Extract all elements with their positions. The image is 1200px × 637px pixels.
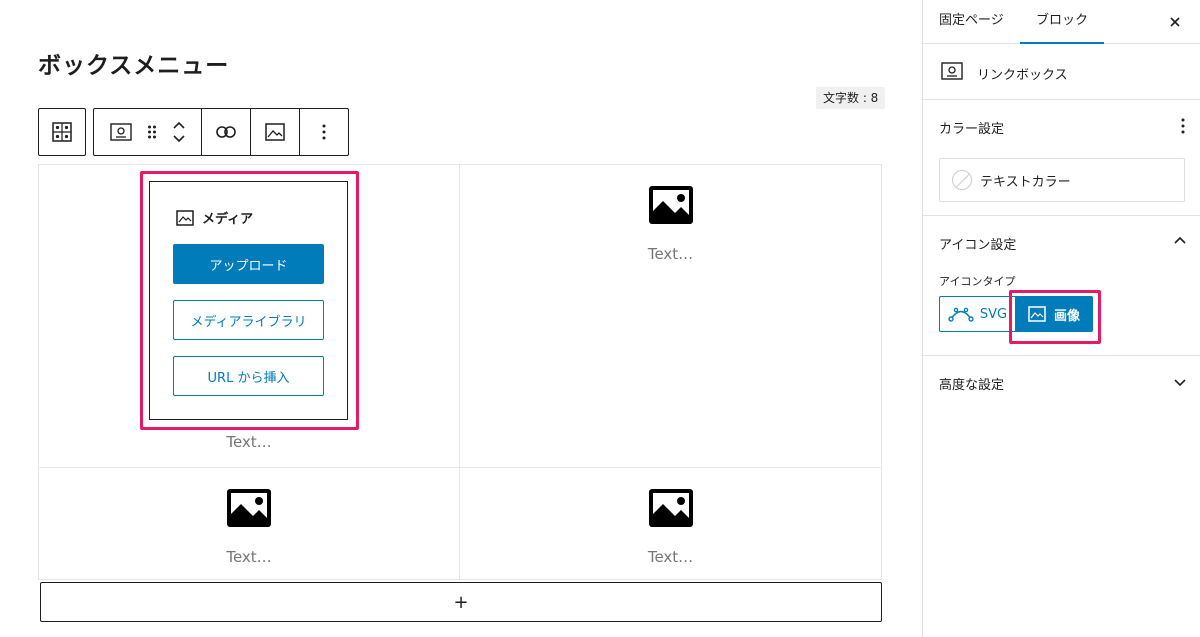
block-mover — [172, 121, 186, 143]
insert-from-url-button[interactable]: URL から挿入 — [173, 356, 324, 396]
cell-text[interactable]: Text… — [39, 548, 459, 566]
image-icon — [648, 186, 693, 224]
link-box-icon — [941, 62, 963, 80]
cell-text[interactable]: Text… — [39, 433, 459, 451]
chevron-down-icon[interactable] — [1173, 378, 1187, 387]
advanced-settings-panel[interactable]: 高度な設定 — [923, 356, 1200, 408]
color-swatch-icon — [952, 170, 972, 190]
word-count-badge: 文字数 : 8 — [816, 87, 886, 109]
block-card: リンクボックス — [923, 44, 1200, 100]
select-parent-button[interactable] — [38, 108, 86, 156]
settings-sidebar: 固定ページ ブロック リンクボックス カラー設定 テキストカラー アイコン設定 … — [922, 0, 1200, 637]
cell-text[interactable]: Text… — [460, 548, 881, 566]
link-button[interactable] — [202, 109, 251, 155]
tab-block[interactable]: ブロック — [1020, 0, 1105, 44]
grid-cell-4[interactable]: Text… — [460, 468, 881, 579]
image-icon — [265, 123, 285, 141]
block-name: リンクボックス — [977, 68, 1068, 83]
image-icon — [1028, 306, 1046, 322]
chevron-up-icon[interactable] — [172, 121, 186, 130]
image-icon — [176, 209, 194, 226]
icon-type-image-button[interactable]: 画像 — [1015, 296, 1093, 332]
icon-type-label: アイコンタイプ — [939, 275, 1016, 288]
grid-parent-icon — [52, 122, 72, 142]
color-settings-panel: カラー設定 テキストカラー — [923, 100, 1200, 216]
drag-handle[interactable] — [147, 124, 157, 140]
image-option-label: 画像 — [1053, 308, 1080, 324]
link-icon — [216, 126, 236, 138]
svg-option-label: SVG — [979, 306, 1008, 322]
text-color-label: テキストカラー — [980, 174, 1071, 190]
block-tools-group — [94, 109, 202, 155]
block-type-button[interactable] — [109, 123, 132, 141]
icon-settings-title[interactable]: アイコン設定 — [939, 234, 1016, 253]
bezier-curve-icon — [948, 307, 974, 322]
sidebar-tabs: 固定ページ ブロック — [923, 0, 1200, 44]
plus-icon: + — [453, 591, 469, 613]
more-vertical-icon[interactable] — [1181, 118, 1185, 134]
link-box-icon — [109, 123, 132, 141]
media-label-text: メディア — [202, 212, 254, 227]
block-toolbar — [93, 108, 349, 156]
upload-button[interactable]: アップロード — [173, 244, 324, 284]
tab-page[interactable]: 固定ページ — [923, 0, 1020, 44]
chevron-up-icon[interactable] — [1173, 236, 1187, 245]
replace-image-button[interactable] — [251, 109, 300, 155]
color-settings-title: カラー設定 — [939, 122, 1005, 137]
grid-cell-2[interactable]: Text… — [460, 165, 881, 468]
text-color-button[interactable]: テキストカラー — [939, 158, 1185, 202]
image-icon — [648, 489, 693, 527]
media-placeholder-label: メディア — [176, 208, 253, 227]
add-block-button[interactable]: + — [40, 582, 882, 622]
image-icon — [227, 489, 271, 527]
advanced-settings-title: 高度な設定 — [939, 378, 1005, 393]
close-icon[interactable] — [1165, 12, 1185, 32]
icon-type-svg-button[interactable]: SVG — [939, 296, 1015, 332]
media-library-button[interactable]: メディアライブラリ — [173, 300, 324, 340]
icon-settings-panel: アイコン設定 アイコンタイプ SVG 画像 — [923, 216, 1200, 356]
more-vertical-icon — [322, 124, 326, 140]
more-options-button[interactable] — [300, 109, 348, 155]
page-title[interactable]: ボックスメニュー — [38, 46, 229, 80]
drag-handle-icon — [147, 125, 156, 139]
grid-cell-3[interactable]: Text… — [39, 468, 460, 579]
cell-text[interactable]: Text… — [460, 245, 881, 263]
editor-canvas: ボックスメニュー 文字数 : 8 Text… Text… Text… Text…… — [0, 0, 922, 637]
media-placeholder: メディア アップロード メディアライブラリ URL から挿入 — [149, 181, 348, 420]
chevron-down-icon[interactable] — [172, 134, 186, 143]
